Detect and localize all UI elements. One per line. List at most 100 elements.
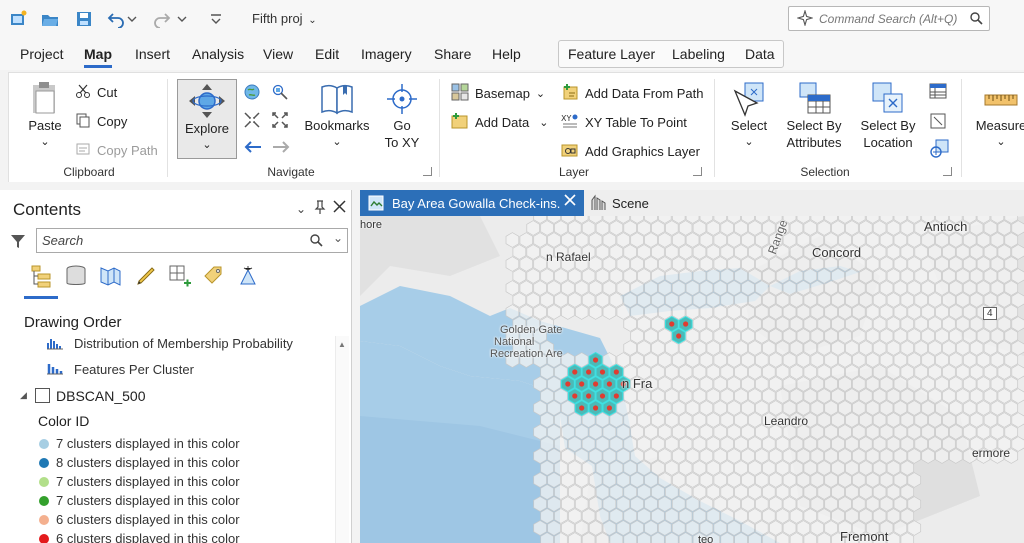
search-options-icon[interactable]: ⌄ xyxy=(333,231,343,245)
list-by-labeling-icon[interactable] xyxy=(202,264,226,288)
tab-insert[interactable]: Insert xyxy=(135,46,170,62)
clipboard-group-label: Clipboard xyxy=(63,165,115,179)
pin-icon[interactable] xyxy=(314,200,326,219)
list-by-editing-icon[interactable] xyxy=(134,264,158,288)
collapse-triangle-icon[interactable]: ◢ xyxy=(20,390,27,401)
add-data-from-path-button[interactable]: Add Data From Path xyxy=(561,83,704,104)
hex-bin xyxy=(997,364,1012,380)
copy-path-button[interactable]: Copy Path xyxy=(75,141,158,160)
hex-bin xyxy=(1004,376,1019,392)
tab-imagery[interactable]: Imagery xyxy=(361,46,412,62)
close-icon[interactable] xyxy=(333,200,346,218)
hex-bin xyxy=(720,388,734,404)
hex-bin xyxy=(762,292,776,308)
hex-bin xyxy=(734,340,748,356)
full-extent-icon[interactable] xyxy=(243,83,261,106)
scroll-up-icon[interactable]: ▲ xyxy=(338,340,346,349)
tab-share[interactable]: Share xyxy=(434,46,471,62)
tab-scene-view[interactable]: Scene xyxy=(588,190,668,216)
contents-scrollbar[interactable]: ▲ xyxy=(335,336,349,543)
add-graphics-layer-button[interactable]: Add Graphics Layer xyxy=(561,141,700,162)
tab-map-view[interactable]: Bay Area Gowalla Check-ins. xyxy=(360,190,584,216)
hex-bin xyxy=(595,436,610,452)
command-search-input[interactable]: Command Search (Alt+Q) xyxy=(788,6,990,31)
project-name-dropdown[interactable]: Fifth proj ⌄ xyxy=(252,11,317,26)
legend-swatch[interactable] xyxy=(39,477,49,487)
search-icon[interactable] xyxy=(969,11,983,30)
zoom-to-selection-icon[interactable] xyxy=(271,83,289,106)
contents-search-input[interactable]: Search ⌄ xyxy=(36,228,348,253)
hex-bin xyxy=(969,412,984,428)
layer-name[interactable]: DBSCAN_500 xyxy=(56,388,146,404)
legend-swatch[interactable] xyxy=(39,439,49,449)
hex-bin xyxy=(1004,232,1019,248)
tab-labeling[interactable]: Labeling xyxy=(672,46,725,62)
search-icon[interactable] xyxy=(309,233,323,252)
legend-swatch[interactable] xyxy=(39,515,49,525)
command-search-placeholder: Command Search (Alt+Q) xyxy=(819,12,958,26)
list-by-data-source-icon[interactable] xyxy=(64,264,88,288)
xy-table-to-point-button[interactable]: XY XY Table To Point xyxy=(561,112,687,133)
redo-icon[interactable] xyxy=(152,9,172,29)
hex-bin xyxy=(623,484,637,500)
clear-selection-icon[interactable] xyxy=(929,112,947,135)
hex-bin xyxy=(727,376,741,392)
navigate-launcher-icon[interactable] xyxy=(423,167,432,176)
fixed-zoom-in-icon[interactable] xyxy=(243,111,261,134)
legend-swatch[interactable] xyxy=(39,458,49,468)
explore-button[interactable]: Explore ⌄ xyxy=(177,79,237,159)
attributes-table-icon[interactable] xyxy=(929,83,947,104)
cut-button[interactable]: Cut xyxy=(75,83,117,102)
map-canvas[interactable]: Antioch n Rafael Concord Range Golden Ga… xyxy=(360,208,1024,543)
open-project-icon[interactable] xyxy=(40,9,60,29)
hex-bin xyxy=(574,472,589,488)
legend-swatch[interactable] xyxy=(39,534,49,543)
select-button[interactable]: Select ⌄ xyxy=(723,81,775,151)
add-data-button[interactable]: Add Data ⌄ xyxy=(451,112,548,133)
new-project-icon[interactable] xyxy=(8,9,28,29)
hex-bin xyxy=(505,256,520,272)
go-to-xy-button[interactable]: Go To XY xyxy=(377,81,427,151)
list-by-drawing-order-icon[interactable] xyxy=(30,264,54,288)
select-by-location-button[interactable]: Select By Location xyxy=(853,81,923,151)
hex-bin xyxy=(685,472,700,488)
paste-button[interactable]: Paste ⌄ xyxy=(23,81,67,151)
tab-view[interactable]: View xyxy=(263,46,293,62)
close-icon[interactable] xyxy=(564,194,576,209)
bookmarks-button[interactable]: Bookmarks ⌄ xyxy=(301,81,373,151)
list-by-perspective-imagery-icon[interactable] xyxy=(236,264,260,288)
customize-toolbar-icon[interactable] xyxy=(206,9,226,29)
undo-dropdown-icon[interactable] xyxy=(126,9,138,29)
select-by-attributes-button[interactable]: Select By Attributes xyxy=(779,81,849,151)
layer-launcher-icon[interactable] xyxy=(693,167,702,176)
previous-extent-icon[interactable] xyxy=(243,139,263,160)
undo-icon[interactable] xyxy=(106,9,126,29)
hex-bin xyxy=(630,424,644,440)
legend-swatch[interactable] xyxy=(39,496,49,506)
tab-feature-layer[interactable]: Feature Layer xyxy=(568,46,655,62)
list-by-snapping-icon[interactable] xyxy=(168,264,192,288)
redo-dropdown-icon[interactable] xyxy=(176,9,188,29)
tab-map[interactable]: Map xyxy=(84,46,112,68)
filter-icon[interactable] xyxy=(10,233,26,254)
tab-data[interactable]: Data xyxy=(745,46,775,62)
switch-selection-icon[interactable] xyxy=(929,139,949,164)
layer-visibility-checkbox[interactable] xyxy=(35,388,50,403)
tab-analysis[interactable]: Analysis xyxy=(192,46,244,62)
save-project-icon[interactable] xyxy=(74,9,94,29)
copy-button[interactable]: Copy xyxy=(75,112,127,131)
chart-distribution-membership[interactable]: Distribution of Membership Probability xyxy=(74,336,293,351)
list-by-selection-icon[interactable] xyxy=(98,264,122,288)
hex-bin xyxy=(803,460,818,476)
selection-launcher-icon[interactable] xyxy=(943,167,952,176)
tab-help[interactable]: Help xyxy=(492,46,521,62)
next-extent-icon[interactable] xyxy=(271,139,291,160)
pane-options-icon[interactable]: ⌄ xyxy=(296,202,306,216)
hex-bin xyxy=(616,448,631,464)
tab-project[interactable]: Project xyxy=(20,46,64,62)
tab-edit[interactable]: Edit xyxy=(315,46,339,62)
basemap-button[interactable]: Basemap ⌄ xyxy=(451,83,545,104)
measure-button[interactable]: Measure ⌄ xyxy=(971,81,1024,151)
fixed-zoom-out-icon[interactable] xyxy=(271,111,289,134)
chart-features-per-cluster[interactable]: Features Per Cluster xyxy=(74,362,194,377)
